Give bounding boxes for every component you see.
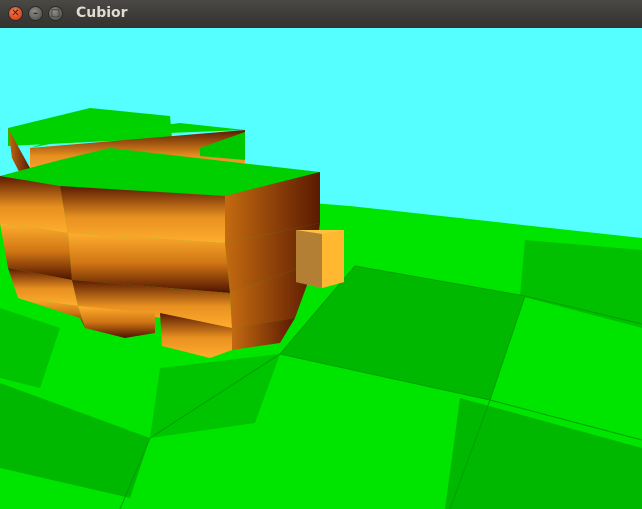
title-bar[interactable]: ✕ – □ Cubior [0,0,642,29]
game-window: ✕ – □ Cubior [0,0,642,509]
minimize-button[interactable]: – [28,6,43,21]
maximize-button[interactable]: □ [48,6,63,21]
close-button[interactable]: ✕ [8,6,23,21]
close-icon: ✕ [11,7,20,19]
window-title: Cubior [76,5,128,21]
player-cube[interactable] [296,230,344,288]
maximize-icon: □ [50,7,61,19]
game-scene [0,28,642,509]
minimize-icon: – [33,7,38,19]
game-viewport[interactable] [0,28,642,509]
